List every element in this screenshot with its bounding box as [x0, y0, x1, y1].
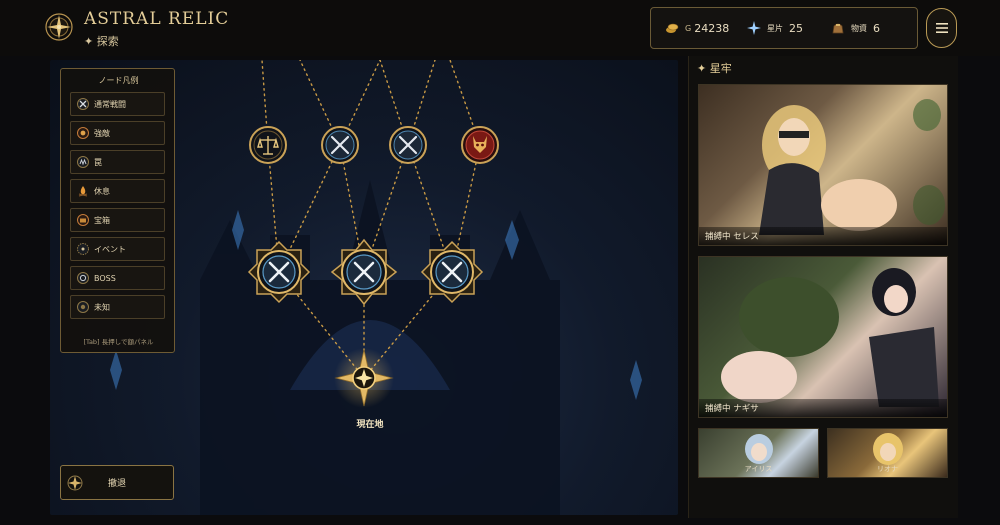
- supply-value: 6: [873, 21, 880, 35]
- legend-item-normal-battle[interactable]: 通常戦闘: [70, 92, 165, 116]
- legend-title: ノード凡例: [98, 76, 139, 85]
- captive-caption: 捕縛中 ナギサ: [699, 399, 947, 417]
- captive-card-2[interactable]: 捕縛中 ナギサ: [698, 256, 948, 418]
- prison-panel-title: ✦ 星牢: [697, 62, 732, 75]
- legend-item-label: 未知: [94, 302, 110, 312]
- legend-item-label: 罠: [94, 157, 102, 167]
- castle-silhouette: [200, 180, 560, 515]
- retreat-button[interactable]: 撤退: [60, 465, 174, 500]
- menu-button[interactable]: [926, 8, 957, 48]
- compass-logo-icon: [45, 13, 73, 41]
- node-current-location[interactable]: [334, 348, 394, 408]
- screen-subtitle: ✦ 探索: [84, 35, 119, 48]
- resource-bar: G 24238 星片 25 物資 6: [650, 7, 918, 49]
- node-battle-top-1[interactable]: [321, 126, 359, 164]
- event-icon: [77, 243, 89, 255]
- legend-item-chest[interactable]: 宝箱: [70, 208, 165, 232]
- legend-item-label: 宝箱: [94, 215, 110, 225]
- star-shard-resource: 星片 25: [747, 21, 803, 35]
- star-shard-value: 25: [789, 21, 803, 35]
- legend-item-boss[interactable]: BOSS: [70, 266, 165, 290]
- legend-item-event[interactable]: イベント: [70, 237, 165, 261]
- exploration-map: 現在地 ノード凡例 通常戦闘 強敵 罠 休息 宝箱 イベント BOSS 未知 […: [50, 60, 678, 515]
- node-battle-mid-3[interactable]: [420, 240, 484, 304]
- captive-caption: 捕縛中 セレス: [699, 227, 947, 245]
- legend-hint: [Tab] 長押しで額パネル: [83, 338, 154, 346]
- supply-resource: 物資 6: [831, 21, 880, 35]
- retreat-label: 撤退: [107, 479, 126, 489]
- captive-card-3[interactable]: アイリス: [698, 428, 819, 478]
- compass-icon: [67, 475, 83, 490]
- captive-card-4[interactable]: リオナ: [827, 428, 948, 478]
- current-location-label: 現在地: [356, 420, 384, 430]
- boss-icon: [77, 272, 89, 284]
- node-battle-top-2[interactable]: [389, 126, 427, 164]
- legend-item-unknown[interactable]: 未知: [70, 295, 165, 319]
- app-title: ASTRAL RELIC: [84, 9, 230, 29]
- elite-icon: [77, 127, 89, 139]
- node-balance[interactable]: [249, 126, 287, 164]
- star-shard-label: 星片: [767, 23, 783, 33]
- captive-name: リオナ: [877, 465, 898, 473]
- node-boss[interactable]: [461, 126, 499, 164]
- legend-item-rest[interactable]: 休息: [70, 179, 165, 203]
- legend-item-label: 休息: [94, 186, 110, 196]
- legend-item-label: 強敵: [94, 128, 110, 138]
- legend-item-label: BOSS: [94, 273, 116, 283]
- captive-card-1[interactable]: 捕縛中 セレス: [698, 84, 948, 246]
- legend-item-elite[interactable]: 強敵: [70, 121, 165, 145]
- node-legend-panel: ノード凡例 通常戦闘 強敵 罠 休息 宝箱 イベント BOSS 未知 [Tab]…: [60, 68, 175, 353]
- app-root: ASTRAL RELIC ✦ 探索 G 24238 星片 25 物資 6 現在地…: [0, 0, 1000, 525]
- supply-label: 物資: [851, 23, 867, 33]
- swords-icon: [77, 98, 89, 110]
- node-battle-mid-2[interactable]: [330, 238, 398, 306]
- captive-portrait-image: [759, 99, 945, 235]
- gold-value: 24238: [694, 21, 730, 35]
- gold-resource: G 24238: [665, 21, 729, 35]
- campfire-icon: [78, 186, 88, 197]
- star-shard-icon: [747, 21, 761, 35]
- node-battle-mid-1[interactable]: [247, 240, 311, 304]
- unknown-icon: [77, 301, 89, 313]
- gold-prefix: G: [685, 23, 692, 33]
- supply-bag-icon: [832, 23, 844, 34]
- top-bar: ASTRAL RELIC ✦ 探索 G 24238 星片 25 物資 6: [0, 0, 1000, 56]
- trap-icon: [77, 156, 89, 168]
- legend-item-label: イベント: [94, 244, 126, 254]
- chest-icon: [77, 214, 89, 226]
- gold-coins-icon: [666, 23, 679, 33]
- prison-panel: ✦ 星牢 捕縛中 セレス 捕縛中 ナギサ アイリス リオナ: [688, 56, 958, 518]
- captive-portrait-image: [721, 268, 939, 407]
- captive-name: アイリス: [744, 465, 773, 473]
- hamburger-icon: [935, 23, 948, 33]
- legend-item-trap[interactable]: 罠: [70, 150, 165, 174]
- legend-item-label: 通常戦闘: [94, 99, 126, 109]
